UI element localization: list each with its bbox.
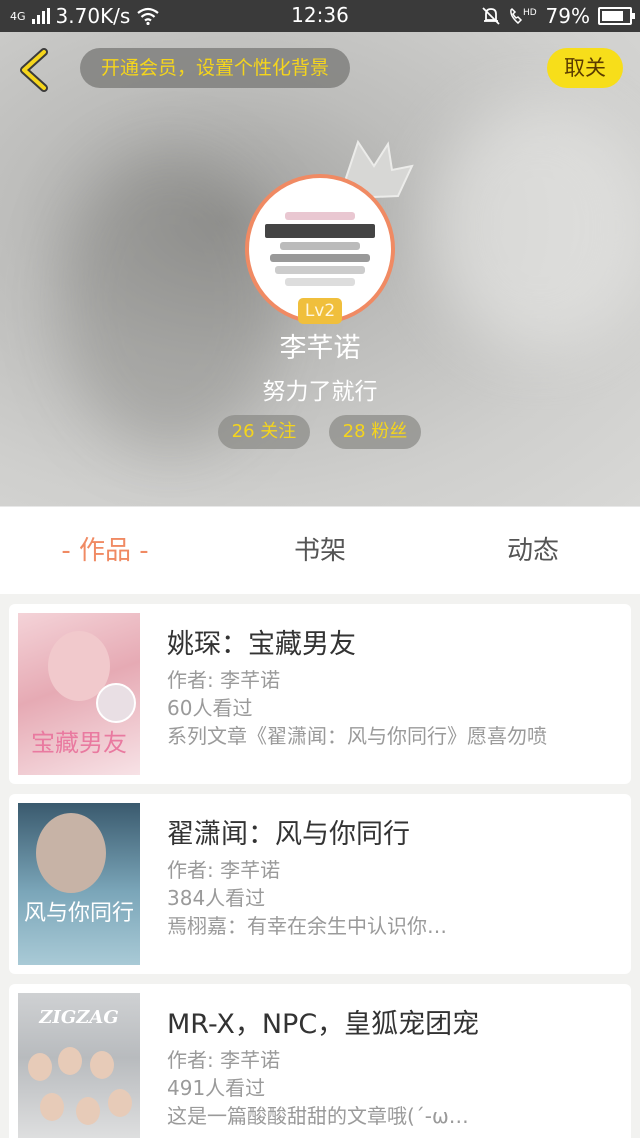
fans-count-button[interactable]: 28 粉丝 <box>329 415 421 449</box>
works-list: 宝藏男友 姚琛：宝藏男友 作者: 李芊诺 60人看过 系列文章《翟潇闻：风与你同… <box>0 594 640 1138</box>
work-author: 作者: 李芊诺 <box>167 858 281 882</box>
battery-percent: 79% <box>545 4 590 28</box>
work-card[interactable]: 宝藏男友 姚琛：宝藏男友 作者: 李芊诺 60人看过 系列文章《翟潇闻：风与你同… <box>9 604 631 784</box>
following-count-button[interactable]: 26 关注 <box>218 415 310 449</box>
book-cover: 风与你同行 <box>18 803 140 965</box>
tab-works[interactable]: - 作品 - <box>30 507 180 595</box>
work-author: 作者: 李芊诺 <box>167 668 281 692</box>
work-description: 系列文章《翟潇闻：风与你同行》愿喜勿喷 <box>167 724 547 748</box>
svg-text:HD: HD <box>523 8 537 18</box>
work-card[interactable]: 风与你同行 翟潇闻：风与你同行 作者: 李芊诺 384人看过 焉栩嘉：有幸在余生… <box>9 794 631 974</box>
username: 李芊诺 <box>279 333 361 364</box>
signature: 努力了就行 <box>262 379 378 405</box>
work-title: 姚琛：宝藏男友 <box>167 629 356 660</box>
status-bar: 4G 3.70K/s 12:36 HD 79% <box>0 0 640 32</box>
profile-tabs: - 作品 - 书架 动态 <box>0 506 640 594</box>
work-views: 60人看过 <box>167 696 253 720</box>
background-blur <box>430 102 640 352</box>
unfollow-button[interactable]: 取关 <box>547 48 623 88</box>
work-description: 焉栩嘉：有幸在余生中认识你… <box>167 914 447 938</box>
work-description: 这是一篇酸酸甜甜的文章哦(´-ω… <box>167 1104 469 1128</box>
cover-title: 风与你同行 <box>23 901 134 926</box>
work-views: 384人看过 <box>167 886 266 910</box>
back-button[interactable] <box>14 48 54 92</box>
level-badge: Lv2 <box>298 298 342 324</box>
profile-header: 开通会员，设置个性化背景 取关 Lv2 李芊诺 努力了就行 26 关注 28 粉… <box>0 32 640 506</box>
status-right: HD 79% <box>481 4 635 28</box>
cover-title: 宝藏男友 <box>31 729 127 757</box>
tab-bookshelf[interactable]: 书架 <box>245 507 395 595</box>
mute-bell-icon <box>481 7 500 25</box>
work-title: MR-X，NPC，皇狐宠团宠 <box>167 1009 480 1040</box>
book-cover: 宝藏男友 <box>18 613 140 775</box>
work-views: 491人看过 <box>167 1076 266 1100</box>
cover-title: ZIGZAG <box>39 1007 119 1028</box>
tab-activity[interactable]: 动态 <box>458 507 608 595</box>
book-cover: ZIGZAG <box>18 993 140 1138</box>
battery-icon <box>598 7 635 25</box>
battery-fill <box>602 11 623 21</box>
work-title: 翟潇闻：风与你同行 <box>167 819 410 850</box>
background-blur <box>60 152 280 452</box>
work-card[interactable]: ZIGZAG MR-X，NPC，皇狐宠团宠 作者: 李芊诺 491人看过 这是一… <box>9 984 631 1138</box>
work-author: 作者: 李芊诺 <box>167 1048 281 1072</box>
chevron-left-icon <box>20 48 48 92</box>
hd-call-icon: HD <box>509 7 537 25</box>
vip-background-button[interactable]: 开通会员，设置个性化背景 <box>80 48 350 88</box>
